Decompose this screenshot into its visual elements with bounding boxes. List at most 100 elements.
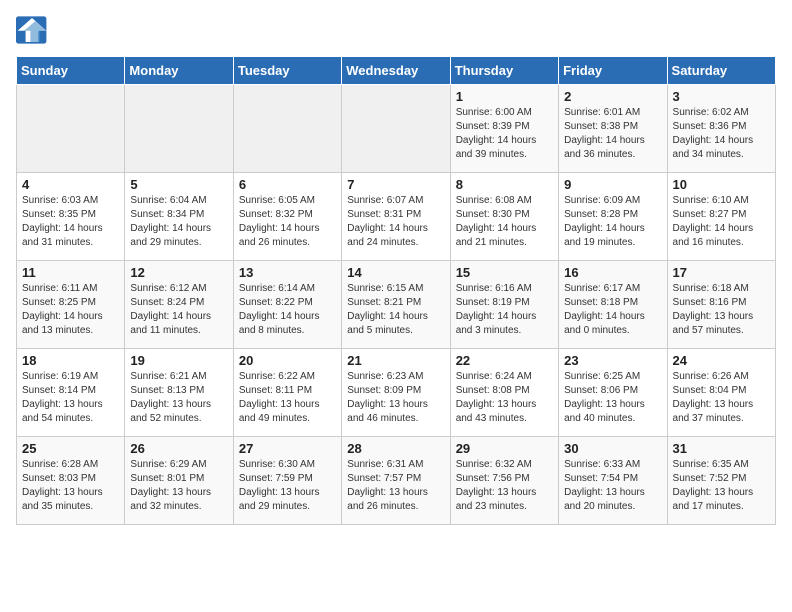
header-wednesday: Wednesday: [342, 57, 450, 85]
day-info: Sunrise: 6:30 AM Sunset: 7:59 PM Dayligh…: [239, 458, 336, 514]
day-number: 31: [673, 441, 770, 456]
day-number: 6: [239, 177, 336, 192]
calendar-cell: 4 Sunrise: 6:03 AM Sunset: 8:35 PM Daylig…: [17, 173, 125, 261]
day-number: 21: [347, 353, 444, 368]
header-sunday: Sunday: [17, 57, 125, 85]
day-number: 10: [673, 177, 770, 192]
calendar-cell: 28 Sunrise: 6:31 AM Sunset: 7:57 PM Dayli…: [342, 437, 450, 525]
day-number: 23: [564, 353, 661, 368]
day-number: 8: [456, 177, 553, 192]
calendar-cell: 26 Sunrise: 6:29 AM Sunset: 8:01 PM Dayli…: [125, 437, 233, 525]
day-number: 20: [239, 353, 336, 368]
day-info: Sunrise: 6:01 AM Sunset: 8:38 PM Dayligh…: [564, 106, 661, 162]
calendar-cell: 21 Sunrise: 6:23 AM Sunset: 8:09 PM Dayli…: [342, 349, 450, 437]
calendar-cell: [17, 85, 125, 173]
day-info: Sunrise: 6:22 AM Sunset: 8:11 PM Dayligh…: [239, 370, 336, 426]
day-info: Sunrise: 6:26 AM Sunset: 8:04 PM Dayligh…: [673, 370, 770, 426]
calendar-cell: 15 Sunrise: 6:16 AM Sunset: 8:19 PM Dayli…: [450, 261, 558, 349]
calendar-cell: 20 Sunrise: 6:22 AM Sunset: 8:11 PM Dayli…: [233, 349, 341, 437]
day-info: Sunrise: 6:16 AM Sunset: 8:19 PM Dayligh…: [456, 282, 553, 338]
calendar-cell: 5 Sunrise: 6:04 AM Sunset: 8:34 PM Daylig…: [125, 173, 233, 261]
calendar-week-row: 1 Sunrise: 6:00 AM Sunset: 8:39 PM Daylig…: [17, 85, 776, 173]
calendar-cell: 8 Sunrise: 6:08 AM Sunset: 8:30 PM Daylig…: [450, 173, 558, 261]
calendar-cell: 6 Sunrise: 6:05 AM Sunset: 8:32 PM Daylig…: [233, 173, 341, 261]
calendar-cell: 12 Sunrise: 6:12 AM Sunset: 8:24 PM Dayli…: [125, 261, 233, 349]
calendar-cell: 13 Sunrise: 6:14 AM Sunset: 8:22 PM Dayli…: [233, 261, 341, 349]
day-number: 30: [564, 441, 661, 456]
calendar-cell: 27 Sunrise: 6:30 AM Sunset: 7:59 PM Dayli…: [233, 437, 341, 525]
day-info: Sunrise: 6:02 AM Sunset: 8:36 PM Dayligh…: [673, 106, 770, 162]
logo: [16, 16, 52, 44]
day-number: 5: [130, 177, 227, 192]
logo-icon: [16, 16, 48, 44]
day-number: 28: [347, 441, 444, 456]
day-info: Sunrise: 6:14 AM Sunset: 8:22 PM Dayligh…: [239, 282, 336, 338]
day-info: Sunrise: 6:04 AM Sunset: 8:34 PM Dayligh…: [130, 194, 227, 250]
day-number: 29: [456, 441, 553, 456]
day-number: 1: [456, 89, 553, 104]
calendar-cell: 10 Sunrise: 6:10 AM Sunset: 8:27 PM Dayli…: [667, 173, 775, 261]
calendar-cell: 3 Sunrise: 6:02 AM Sunset: 8:36 PM Daylig…: [667, 85, 775, 173]
calendar-week-row: 4 Sunrise: 6:03 AM Sunset: 8:35 PM Daylig…: [17, 173, 776, 261]
day-number: 19: [130, 353, 227, 368]
calendar-cell: [233, 85, 341, 173]
calendar-cell: 29Sunrise: 6:32 AM Sunset: 7:56 PM Dayli…: [450, 437, 558, 525]
day-number: 16: [564, 265, 661, 280]
calendar-cell: [342, 85, 450, 173]
calendar-cell: 23 Sunrise: 6:25 AM Sunset: 8:06 PM Dayli…: [559, 349, 667, 437]
day-info: Sunrise: 6:29 AM Sunset: 8:01 PM Dayligh…: [130, 458, 227, 514]
day-number: 4: [22, 177, 119, 192]
day-number: 15: [456, 265, 553, 280]
day-info: Sunrise: 6:19 AM Sunset: 8:14 PM Dayligh…: [22, 370, 119, 426]
day-info: Sunrise: 6:12 AM Sunset: 8:24 PM Dayligh…: [130, 282, 227, 338]
day-info: Sunrise: 6:21 AM Sunset: 8:13 PM Dayligh…: [130, 370, 227, 426]
day-number: 3: [673, 89, 770, 104]
calendar-cell: 25Sunrise: 6:28 AM Sunset: 8:03 PM Dayli…: [17, 437, 125, 525]
calendar-cell: 24 Sunrise: 6:26 AM Sunset: 8:04 PM Dayli…: [667, 349, 775, 437]
calendar-cell: 22 Sunrise: 6:24 AM Sunset: 8:08 PM Dayli…: [450, 349, 558, 437]
day-info: Sunrise: 6:07 AM Sunset: 8:31 PM Dayligh…: [347, 194, 444, 250]
calendar-cell: 30 Sunrise: 6:33 AM Sunset: 7:54 PM Dayli…: [559, 437, 667, 525]
day-info: Sunrise: 6:31 AM Sunset: 7:57 PM Dayligh…: [347, 458, 444, 514]
calendar-cell: 9Sunrise: 6:09 AM Sunset: 8:28 PM Daylig…: [559, 173, 667, 261]
day-number: 2: [564, 89, 661, 104]
day-number: 14: [347, 265, 444, 280]
day-info: Sunrise: 6:33 AM Sunset: 7:54 PM Dayligh…: [564, 458, 661, 514]
calendar-week-row: 25Sunrise: 6:28 AM Sunset: 8:03 PM Dayli…: [17, 437, 776, 525]
day-info: Sunrise: 6:11 AM Sunset: 8:25 PM Dayligh…: [22, 282, 119, 338]
calendar-table: SundayMondayTuesdayWednesdayThursdayFrid…: [16, 56, 776, 525]
calendar-cell: 14Sunrise: 6:15 AM Sunset: 8:21 PM Dayli…: [342, 261, 450, 349]
day-info: Sunrise: 6:00 AM Sunset: 8:39 PM Dayligh…: [456, 106, 553, 162]
calendar-cell: [125, 85, 233, 173]
day-number: 12: [130, 265, 227, 280]
day-info: Sunrise: 6:09 AM Sunset: 8:28 PM Dayligh…: [564, 194, 661, 250]
day-number: 7: [347, 177, 444, 192]
day-info: Sunrise: 6:10 AM Sunset: 8:27 PM Dayligh…: [673, 194, 770, 250]
day-info: Sunrise: 6:18 AM Sunset: 8:16 PM Dayligh…: [673, 282, 770, 338]
day-number: 13: [239, 265, 336, 280]
day-info: Sunrise: 6:08 AM Sunset: 8:30 PM Dayligh…: [456, 194, 553, 250]
calendar-cell: 7 Sunrise: 6:07 AM Sunset: 8:31 PM Daylig…: [342, 173, 450, 261]
calendar-week-row: 11 Sunrise: 6:11 AM Sunset: 8:25 PM Dayli…: [17, 261, 776, 349]
day-number: 22: [456, 353, 553, 368]
day-number: 27: [239, 441, 336, 456]
day-number: 11: [22, 265, 119, 280]
day-number: 26: [130, 441, 227, 456]
calendar-cell: 11 Sunrise: 6:11 AM Sunset: 8:25 PM Dayli…: [17, 261, 125, 349]
day-info: Sunrise: 6:23 AM Sunset: 8:09 PM Dayligh…: [347, 370, 444, 426]
day-info: Sunrise: 6:28 AM Sunset: 8:03 PM Dayligh…: [22, 458, 119, 514]
day-info: Sunrise: 6:03 AM Sunset: 8:35 PM Dayligh…: [22, 194, 119, 250]
day-number: 24: [673, 353, 770, 368]
day-info: Sunrise: 6:17 AM Sunset: 8:18 PM Dayligh…: [564, 282, 661, 338]
header-monday: Monday: [125, 57, 233, 85]
calendar-cell: 16 Sunrise: 6:17 AM Sunset: 8:18 PM Dayli…: [559, 261, 667, 349]
header-thursday: Thursday: [450, 57, 558, 85]
calendar-week-row: 18Sunrise: 6:19 AM Sunset: 8:14 PM Dayli…: [17, 349, 776, 437]
day-info: Sunrise: 6:25 AM Sunset: 8:06 PM Dayligh…: [564, 370, 661, 426]
day-info: Sunrise: 6:24 AM Sunset: 8:08 PM Dayligh…: [456, 370, 553, 426]
calendar-cell: 2 Sunrise: 6:01 AM Sunset: 8:38 PM Daylig…: [559, 85, 667, 173]
day-number: 17: [673, 265, 770, 280]
calendar-cell: 17 Sunrise: 6:18 AM Sunset: 8:16 PM Dayli…: [667, 261, 775, 349]
day-info: Sunrise: 6:05 AM Sunset: 8:32 PM Dayligh…: [239, 194, 336, 250]
header-saturday: Saturday: [667, 57, 775, 85]
